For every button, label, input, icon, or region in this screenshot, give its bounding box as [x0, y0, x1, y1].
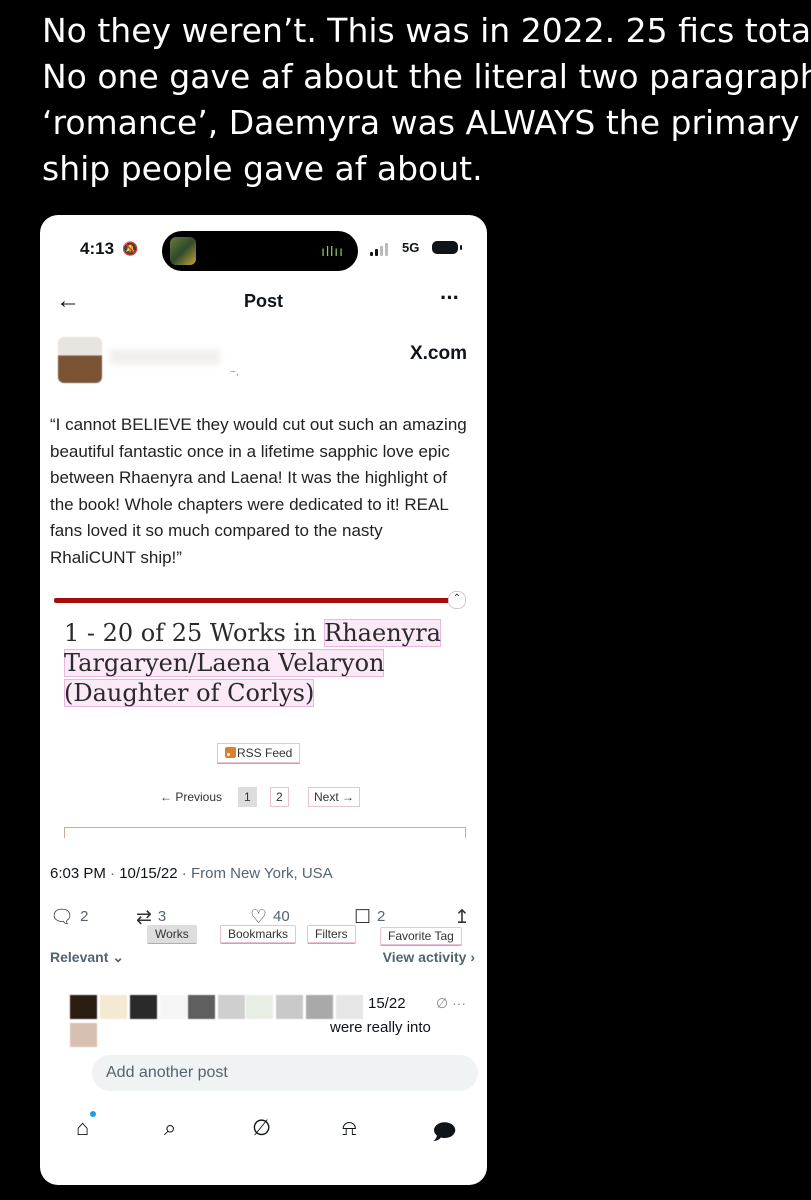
redaction-pixel — [70, 1023, 97, 1047]
repost-icon: ⇄ — [136, 907, 152, 928]
redaction-pixel — [306, 995, 333, 1019]
redaction-pixel — [70, 995, 97, 1019]
search-icon[interactable]: ⌕ — [164, 1115, 176, 1141]
ao3-next: Next → — [308, 787, 360, 807]
status-bar: 4:13 🔕 ıllıı 5G — [40, 215, 487, 275]
chevron-right-icon: › — [470, 949, 475, 965]
network-label: 5G — [402, 240, 420, 255]
battery-icon — [432, 241, 462, 254]
post-date: 10/15/22 — [119, 865, 178, 882]
post-location: From New York, USA — [190, 865, 333, 882]
chevron-up-icon: ⌃ — [448, 591, 466, 609]
bell-icon[interactable]: ⍾ — [342, 1115, 357, 1141]
like-count: 40 — [273, 908, 290, 925]
avatar[interactable] — [58, 337, 102, 383]
ao3-favorite-tag-button: Favorite Tag — [380, 927, 462, 946]
now-playing-thumbnail — [170, 237, 196, 265]
redaction-pixel — [130, 995, 157, 1019]
post-meta: 6:03 PM · 10/15/22 · From New York, USA — [50, 865, 333, 882]
ao3-page-2: 2 — [270, 787, 289, 807]
post-nav-bar: ← Post ··· — [40, 285, 487, 321]
ao3-rss-button: RSS Feed — [217, 743, 301, 764]
ao3-count-text: 1 - 20 of 25 Works in — [64, 619, 325, 647]
reply-button[interactable]: 🗨 2 — [50, 905, 88, 929]
page-title: Post — [243, 291, 283, 311]
more-icon[interactable]: ··· — [440, 285, 460, 311]
redaction-pixel — [336, 995, 363, 1019]
heart-icon: ♡ — [250, 907, 268, 928]
ao3-works-heading: 1 - 20 of 25 Works in Rhaenyra Targaryen… — [64, 618, 464, 708]
repost-count: 3 — [157, 908, 167, 925]
sort-label: Relevant — [50, 949, 109, 965]
share-icon: ↥ — [454, 907, 470, 928]
caption-line: No they weren’t. This was in 2022. 25 fi… — [42, 11, 811, 50]
signal-icon — [370, 242, 392, 256]
ao3-screenshot: ⌃ 1 - 20 of 25 Works in Rhaenyra Targary… — [54, 591, 474, 946]
view-activity-label: View activity — [382, 949, 467, 965]
reply-count: 2 — [80, 908, 89, 925]
post-body: “I cannot BELIEVE they would cut out suc… — [50, 415, 467, 567]
redaction-pixel — [246, 995, 273, 1019]
post-actions: 🗨 2 ⇄ 3 ♡ 40 ☐ 2 ↥ — [40, 905, 487, 929]
rss-label: RSS Feed — [237, 746, 293, 760]
redacted-author-name — [110, 349, 220, 365]
messages-icon[interactable]: 🗩 — [432, 1115, 456, 1153]
reply-date: 15/22 — [368, 995, 406, 1012]
bottom-tab-bar: ⌂ ⌕ ∅ ⍾ 🗩 — [40, 1111, 487, 1151]
home-icon[interactable]: ⌂ — [76, 1115, 89, 1141]
repost-button[interactable]: ⇄ 3 — [136, 905, 166, 929]
embedded-screenshot[interactable]: 4:13 🔕 ıllıı 5G ← Post ··· ~, X.com “I c… — [40, 215, 487, 1185]
bookmark-count: 2 — [377, 908, 386, 925]
dynamic-island: ıllıı — [162, 231, 358, 271]
tweet-text: No they weren’t. This was in 2022. 25 fi… — [42, 8, 811, 192]
redaction-pixel — [276, 995, 303, 1019]
status-time: 4:13 — [80, 239, 115, 258]
reply-composer-input[interactable]: Add another post — [92, 1055, 478, 1091]
silent-bell-icon: 🔕 — [122, 241, 139, 256]
ao3-content-border — [64, 827, 466, 838]
redaction-pixel — [218, 995, 245, 1019]
bookmark-button[interactable]: ☐ 2 — [354, 905, 385, 929]
ao3-page-1: 1 — [238, 787, 257, 807]
audio-wave-icon: ıllıı — [321, 243, 344, 259]
ao3-previous: ← Previous — [160, 790, 223, 804]
reply-icon: 🗨 — [50, 907, 75, 928]
caption-line: No one gave af about the literal two par… — [42, 57, 811, 96]
ao3-header-bar — [54, 598, 459, 603]
reply-text: were really into — [330, 1019, 431, 1036]
post-time: 6:03 PM — [50, 865, 106, 882]
redaction-pixel — [100, 995, 127, 1019]
xcom-watermark: X.com — [409, 343, 467, 364]
bookmark-icon: ☐ — [354, 907, 372, 928]
redaction-pixel — [160, 995, 187, 1019]
redaction-pixel — [188, 995, 215, 1019]
share-button[interactable]: ↥ — [454, 905, 476, 929]
rss-icon — [225, 747, 236, 758]
view-activity-link[interactable]: View activity › — [383, 949, 475, 965]
redacted-handle: ~, — [230, 367, 239, 378]
reply-more-icon[interactable]: ∅ ··· — [436, 995, 466, 1012]
grok-icon[interactable]: ∅ — [252, 1115, 271, 1141]
like-button[interactable]: ♡ 40 — [250, 905, 290, 929]
replies-sort-dropdown[interactable]: Relevant ⌄ — [50, 949, 124, 966]
caption-line: ship people gave af about. — [42, 149, 483, 188]
chevron-down-icon: ⌄ — [112, 949, 124, 965]
caption-line: ‘romance’, Daemyra was ALWAYS the primar… — [42, 103, 800, 142]
